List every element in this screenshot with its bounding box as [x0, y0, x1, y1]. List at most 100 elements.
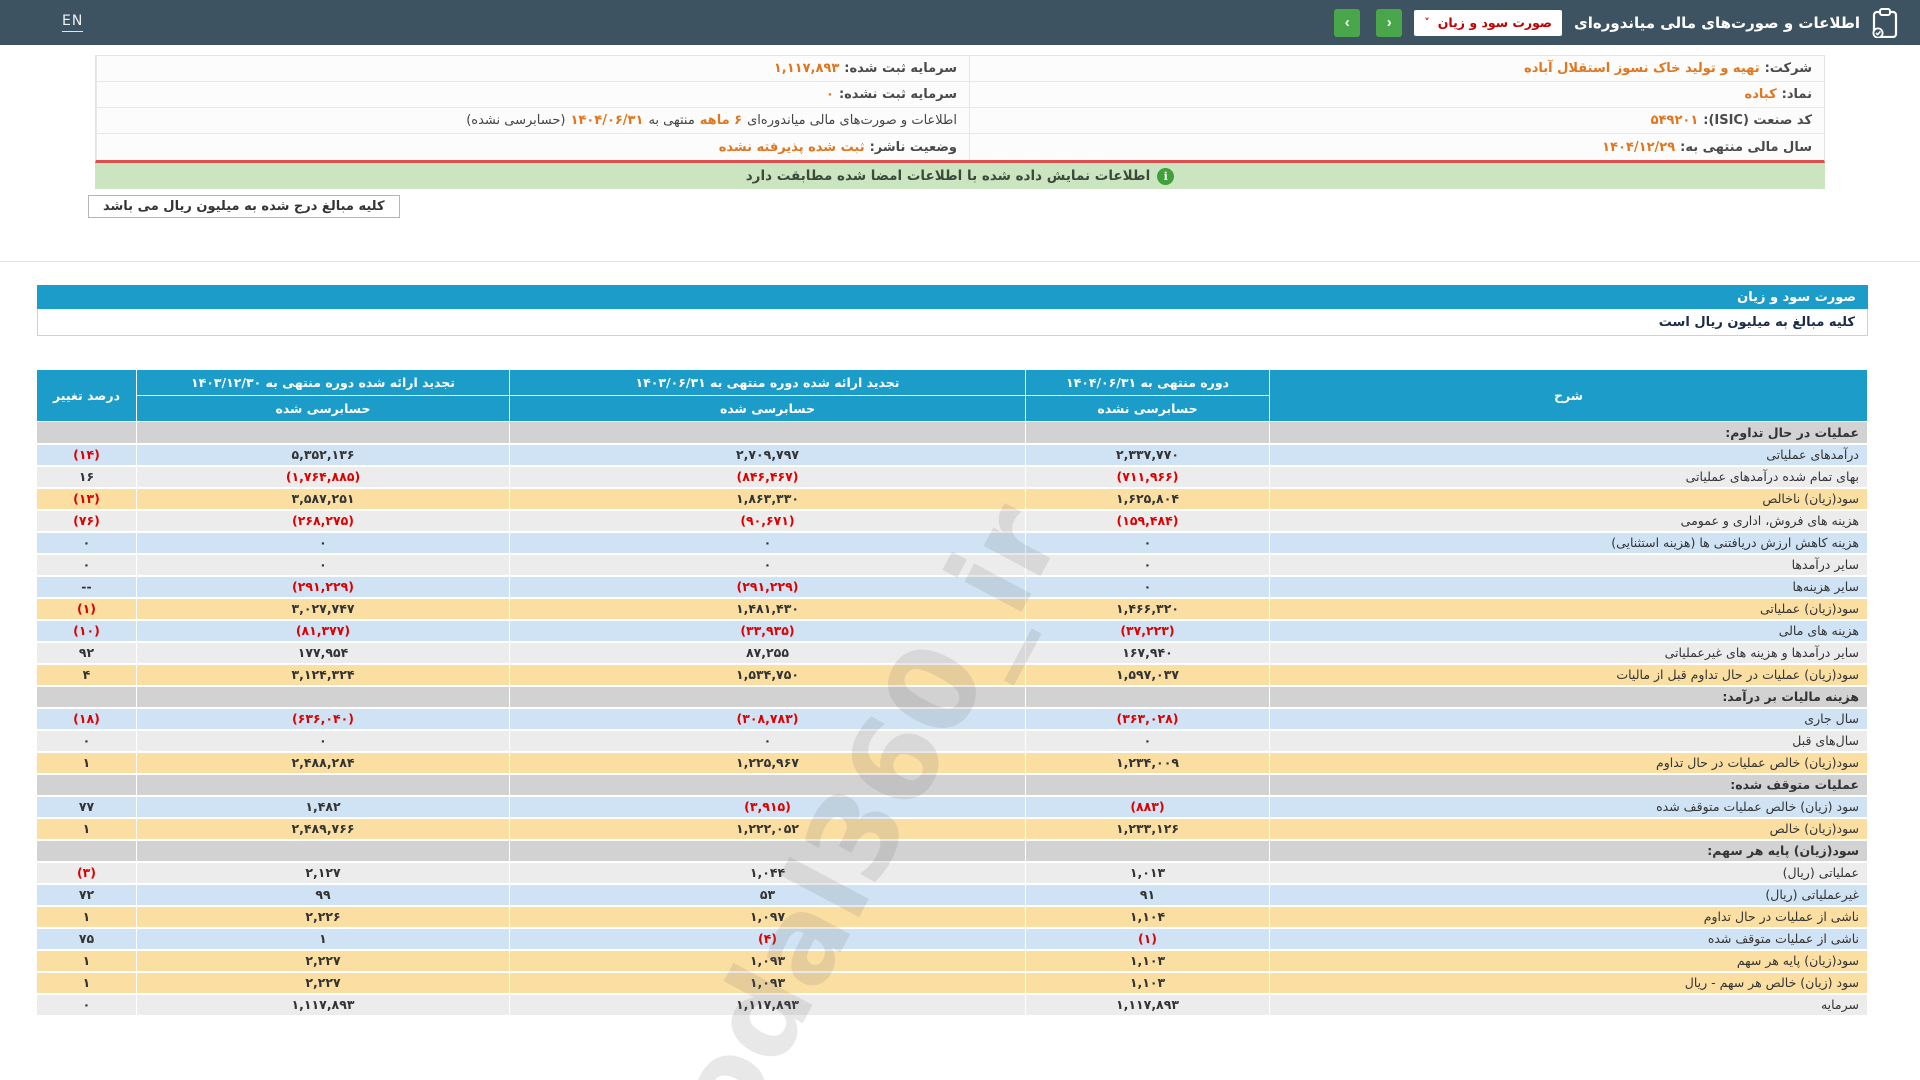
empty-cell — [1025, 839, 1270, 863]
table-row: ناشی از عملیات در حال تداوم ۱,۱۰۴ ۱,۰۹۷ ۲,۲… — [36, 905, 1868, 929]
table-row: غیرعملیاتی (ریال) ۹۱ ۵۳ ۹۹ ۷۲ — [36, 883, 1868, 907]
value-pct-change: (۳) — [36, 861, 137, 885]
row-label: سود(زیان) خالص عملیات در حال تداوم — [1269, 751, 1868, 775]
value-mid-period: (۸۴۶,۴۶۷) — [509, 465, 1026, 489]
value-current-period: ۲,۳۳۷,۷۷۰ — [1025, 443, 1270, 467]
registered-capital-row: سرمایه ثبت شده: ۱,۱۱۷,۸۹۳ — [96, 56, 969, 82]
value-year-period: ۲,۴۸۸,۲۸۴ — [136, 751, 510, 775]
statement-title: صورت سود و زیان — [1737, 289, 1856, 305]
table-row: سود(زیان) ناخالص ۱,۶۲۵,۸۰۴ ۱,۸۶۳,۳۳۰ ۳,۵۸۷,… — [36, 487, 1868, 511]
value-mid-period: ۰ — [509, 553, 1026, 577]
language-switch-en[interactable]: EN — [62, 13, 84, 32]
table-row: سایر درآمدها ۰ ۰ ۰ ۰ — [36, 553, 1868, 577]
statement-title-bar: صورت سود و زیان — [37, 285, 1868, 309]
value-pct-change: (۱۴) — [36, 443, 137, 467]
period-prefix: اطلاعات و صورت‌های مالی میاندوره‌ای — [747, 113, 957, 128]
value-current-period: (۱) — [1025, 927, 1270, 951]
section-row: عملیات متوقف شده: — [36, 773, 1868, 797]
income-statement-body: عملیات در حال تداوم: درآمدهای عملیاتی ۲,۳۳… — [36, 421, 1868, 1017]
value-year-period: ۰ — [136, 531, 510, 555]
value-mid-period: ۱,۰۹۳ — [509, 949, 1026, 973]
row-label: هزینه های مالی — [1269, 619, 1868, 643]
unregistered-capital-value: ۰ — [826, 87, 834, 102]
company-value: تهیه و تولید خاک نسوز استقلال آباده — [1524, 61, 1760, 76]
row-label: سود(زیان) خالص — [1269, 817, 1868, 841]
fiscal-year-value: ۱۴۰۴/۱۲/۲۹ — [1602, 139, 1676, 155]
table-row: سال‌های قبل ۰ ۰ ۰ ۰ — [36, 729, 1868, 753]
value-current-period: ۰ — [1025, 553, 1270, 577]
value-pct-change: ۹۲ — [36, 641, 137, 665]
value-year-period: ۰ — [136, 553, 510, 577]
row-label: عملیاتی (ریال) — [1269, 861, 1868, 885]
value-pct-change: (۷۶) — [36, 509, 137, 533]
report-period-row: اطلاعات و صورت‌های مالی میاندوره‌ای ۶ ما… — [96, 108, 969, 134]
row-label: هزینه کاهش ارزش دریافتنی ها (هزینه استثن… — [1269, 531, 1868, 555]
value-current-period: ۱,۲۳۳,۱۲۶ — [1025, 817, 1270, 841]
value-mid-period: (۲۹۱,۲۲۹) — [509, 575, 1026, 599]
publisher-status-label: وضعیت ناشر: — [869, 139, 957, 155]
table-row: سایر درآمدها و هزینه های غیرعملیاتی ۱۶۷,۹… — [36, 641, 1868, 665]
section-row: سود(زیان) پایه هر سهم: — [36, 839, 1868, 863]
value-year-period: ۳,۵۸۷,۲۵۱ — [136, 487, 510, 511]
empty-cell — [1025, 773, 1270, 797]
table-row: ناشی از عملیات متوقف شده (۱) (۴) ۱ ۷۵ — [36, 927, 1868, 951]
value-pct-change: ۰ — [36, 553, 137, 577]
value-mid-period: ۵۳ — [509, 883, 1026, 907]
value-mid-period: (۳۳,۹۳۵) — [509, 619, 1026, 643]
row-label: ناشی از عملیات متوقف شده — [1269, 927, 1868, 951]
table-row: سود(زیان) خالص عملیات در حال تداوم ۱,۲۳۴,… — [36, 751, 1868, 775]
value-mid-period: ۲,۷۰۹,۷۹۷ — [509, 443, 1026, 467]
prev-report-button[interactable]: ‹ — [1376, 8, 1403, 37]
report-type-selected: صورت سود و زیان — [1437, 15, 1553, 30]
statement-subtitle: کلیه مبالغ به میلیون ریال است — [1658, 314, 1855, 330]
value-mid-period: ۱,۱۱۷,۸۹۳ — [509, 993, 1026, 1017]
value-mid-period: ۱,۰۹۳ — [509, 971, 1026, 995]
report-type-dropdown[interactable]: صورت سود و زیان ˅ — [1414, 9, 1563, 36]
value-mid-period: ۸۷,۲۵۵ — [509, 641, 1026, 665]
value-current-period: ۱,۴۶۶,۳۲۰ — [1025, 597, 1270, 621]
value-year-period: ۰ — [136, 729, 510, 753]
empty-cell — [509, 839, 1026, 863]
symbol-label: نماد: — [1781, 87, 1812, 102]
empty-cell — [36, 685, 137, 709]
row-label: سود (زیان) خالص هر سهم - ریال — [1269, 971, 1868, 995]
value-pct-change: (۱۰) — [36, 619, 137, 643]
period-length: ۶ ماهه — [699, 113, 743, 128]
value-mid-period: ۱,۵۳۴,۷۵۰ — [509, 663, 1026, 687]
empty-cell — [509, 773, 1026, 797]
header-current-period: دوره منتهی به ۱۴۰۴/۰۶/۳۱ — [1025, 369, 1270, 396]
empty-cell — [1025, 421, 1270, 445]
table-row: سود(زیان) خالص ۱,۲۳۳,۱۲۶ ۱,۲۲۲,۰۵۲ ۲,۴۸۹,۷۶… — [36, 817, 1868, 841]
isic-row: کد صنعت (ISIC): ۵۴۹۲۰۱ — [969, 108, 1824, 134]
value-current-period: (۸۸۳) — [1025, 795, 1270, 819]
value-current-period: ۱,۱۰۴ — [1025, 905, 1270, 929]
value-year-period: ۲,۲۲۷ — [136, 949, 510, 973]
row-label: سود(زیان) پایه هر سهم — [1269, 949, 1868, 973]
publisher-status-value: ثبت شده پذیرفته نشده — [718, 139, 865, 155]
empty-cell — [36, 421, 137, 445]
table-header-row: شرح دوره منتهی به ۱۴۰۴/۰۶/۳۱ تجدید ارائه… — [36, 369, 1868, 422]
value-year-period: ۱۷۷,۹۵۴ — [136, 641, 510, 665]
empty-cell — [36, 773, 137, 797]
symbol-row: نماد: کباده — [969, 82, 1824, 108]
value-mid-period: ۰ — [509, 531, 1026, 555]
next-report-button[interactable]: › — [1334, 8, 1361, 37]
section-divider — [0, 261, 1920, 262]
value-mid-period: ۱,۴۸۱,۴۳۰ — [509, 597, 1026, 621]
value-year-period: ۳,۱۲۴,۳۲۴ — [136, 663, 510, 687]
value-mid-period: ۱,۰۴۴ — [509, 861, 1026, 885]
value-mid-period: ۱,۸۶۳,۳۳۰ — [509, 487, 1026, 511]
value-pct-change: ۱ — [36, 905, 137, 929]
signature-match-text: اطلاعات نمایش داده شده با اطلاعات امضا ش… — [745, 168, 1151, 184]
value-current-period: (۱۵۹,۴۸۴) — [1025, 509, 1270, 533]
table-row: سود (زیان) خالص عملیات متوقف شده (۸۸۳) (۳,… — [36, 795, 1868, 819]
section-label: عملیات در حال تداوم: — [1269, 421, 1868, 445]
table-row: سال جاری (۳۶۳,۰۲۸) (۳۰۸,۷۸۳) (۶۳۶,۰۴۰) (۱۸) — [36, 707, 1868, 731]
period-suffix: (حسابرسی نشده) — [466, 113, 566, 128]
value-pct-change: ۱ — [36, 817, 137, 841]
company-info-panel: شرکت: تهیه و تولید خاک نسوز استقلال آباد… — [95, 55, 1825, 163]
value-pct-change: ۱ — [36, 751, 137, 775]
table-row: هزینه کاهش ارزش دریافتنی ها (هزینه استثن… — [36, 531, 1868, 555]
value-mid-period: ۱,۲۲۲,۰۵۲ — [509, 817, 1026, 841]
row-label: سال‌های قبل — [1269, 729, 1868, 753]
